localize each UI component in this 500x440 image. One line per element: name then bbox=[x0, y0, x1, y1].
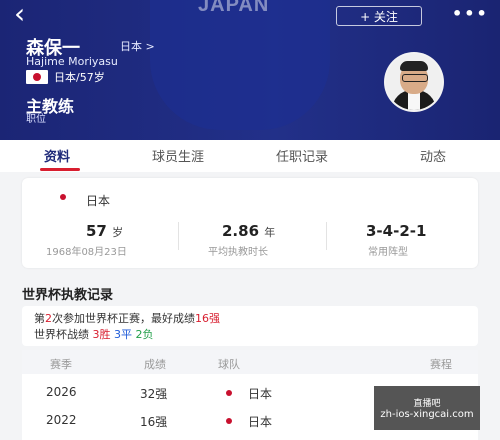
japan-flag-icon bbox=[26, 70, 48, 84]
row-season: 2022 bbox=[46, 413, 77, 427]
watermark-overlay: 直播吧 zh-ios-xingcai.com bbox=[374, 386, 480, 430]
tab-player-career[interactable]: 球员生涯 bbox=[152, 146, 204, 165]
column-result: 成绩 bbox=[144, 358, 166, 371]
avatar-shirt bbox=[408, 92, 420, 110]
row-result: 32强 bbox=[140, 387, 168, 401]
team-crest-watermark bbox=[150, 0, 330, 130]
summary-line-2: 世界杯战绩 3胜 3平 2负 bbox=[34, 328, 154, 341]
japan-flag-icon bbox=[56, 191, 70, 203]
coach-name-english: Hajime Moriyasu bbox=[26, 55, 118, 68]
follow-button[interactable]: + 关注 bbox=[336, 6, 422, 26]
tab-news[interactable]: 动态 bbox=[420, 146, 446, 165]
active-tab-indicator bbox=[40, 168, 80, 171]
stat-formation-label: 常用阵型 bbox=[368, 247, 408, 258]
card-country: 日本 bbox=[86, 194, 111, 208]
watermark-line-2: zh-ios-xingcai.com bbox=[380, 409, 474, 420]
japan-flag-icon bbox=[222, 416, 236, 426]
avatar-hair bbox=[400, 61, 428, 71]
tab-profile[interactable]: 资料 bbox=[44, 146, 70, 165]
nationality-age: 日本/57岁 bbox=[54, 71, 105, 84]
stat-tenure-label: 平均执教时长 bbox=[208, 247, 268, 258]
row-result: 16强 bbox=[140, 415, 168, 429]
tab-coaching-record[interactable]: 任职记录 bbox=[276, 146, 328, 165]
row-team: 日本 bbox=[248, 387, 273, 401]
stat-formation: 3-4-2-1 bbox=[366, 222, 427, 240]
avatar-glasses bbox=[402, 74, 428, 82]
follow-label: + 关注 bbox=[360, 9, 398, 24]
more-options-icon[interactable]: ••• bbox=[452, 4, 489, 23]
column-team: 球队 bbox=[218, 358, 240, 371]
back-arrow-icon[interactable]: ‹ bbox=[14, 0, 36, 28]
country-link[interactable]: 日本 > bbox=[120, 38, 155, 54]
summary-line-1: 第2次参加世界杯正赛，最好成绩16强 bbox=[34, 312, 220, 325]
table-header bbox=[22, 350, 478, 374]
stat-divider bbox=[326, 222, 327, 250]
japan-flag-icon bbox=[222, 388, 236, 398]
role-label: 职位 bbox=[26, 114, 46, 125]
row-season: 2026 bbox=[46, 385, 77, 399]
world-cup-section-title: 世界杯执教记录 bbox=[22, 288, 114, 303]
column-schedule: 赛程 bbox=[430, 358, 452, 371]
stat-tenure: 2.86 年 bbox=[222, 222, 276, 240]
crest-text: JAPAN bbox=[198, 0, 270, 16]
row-team: 日本 bbox=[248, 415, 273, 429]
stat-birthdate: 1968年08月23日 bbox=[46, 247, 127, 258]
watermark-line-1: 直播吧 bbox=[413, 399, 441, 409]
avatar bbox=[384, 52, 444, 112]
stat-age: 57 岁 bbox=[86, 222, 124, 240]
stat-divider bbox=[178, 222, 179, 250]
column-season: 赛季 bbox=[50, 358, 72, 371]
